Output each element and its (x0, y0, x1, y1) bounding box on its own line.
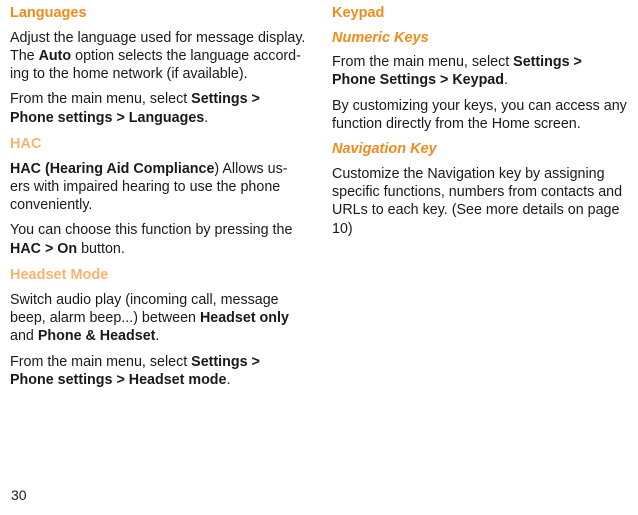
page-content: Languages Adjust the language used for m… (0, 0, 638, 396)
languages-paragraph-2: From the main menu, select Settings > Ph… (10, 90, 306, 127)
text: You can choose this function by pressing… (10, 222, 292, 238)
page-number: 30 (11, 487, 27, 505)
text: From the main menu, select (332, 54, 513, 70)
bold-phone-headset: Phone & Headset (38, 328, 156, 344)
headset-paragraph-2: From the main menu, select Settings > Ph… (10, 353, 306, 390)
text: . (204, 110, 208, 126)
numeric-paragraph-2: By customizing your keys, you can access… (332, 97, 628, 134)
bold-auto: Auto (39, 48, 72, 64)
text: and (10, 328, 38, 344)
left-column: Languages Adjust the language used for m… (10, 4, 306, 396)
bold-headset-only: Headset only (200, 310, 289, 326)
text: . (155, 328, 159, 344)
heading-hac: HAC (10, 135, 306, 154)
text: . (504, 72, 508, 88)
numeric-paragraph-1: From the main menu, select Settings > Ph… (332, 53, 628, 90)
headset-paragraph-1: Switch audio play (incoming call, messag… (10, 291, 306, 346)
nav-paragraph-1: Customize the Navigation key by assignin… (332, 165, 628, 238)
heading-headset-mode: Headset Mode (10, 266, 306, 285)
hac-paragraph-1: HAC (Hearing Aid Compliance) Allows us-e… (10, 160, 306, 215)
text: From the main menu, select (10, 354, 191, 370)
heading-keypad: Keypad (332, 4, 628, 23)
right-column: Keypad Numeric Keys From the main menu, … (332, 4, 628, 396)
bold-hac-on: HAC > On (10, 241, 77, 257)
bold-hac-full: HAC (Hearing Aid Compliance (10, 161, 214, 177)
heading-navigation-key: Navigation Key (332, 140, 628, 159)
text: From the main menu, select (10, 91, 191, 107)
hac-paragraph-2: You can choose this function by pressing… (10, 221, 306, 258)
text: . (227, 372, 231, 388)
text: button. (77, 241, 125, 257)
heading-languages: Languages (10, 4, 306, 23)
heading-numeric-keys: Numeric Keys (332, 29, 628, 48)
languages-paragraph-1: Adjust the language used for message dis… (10, 29, 306, 84)
